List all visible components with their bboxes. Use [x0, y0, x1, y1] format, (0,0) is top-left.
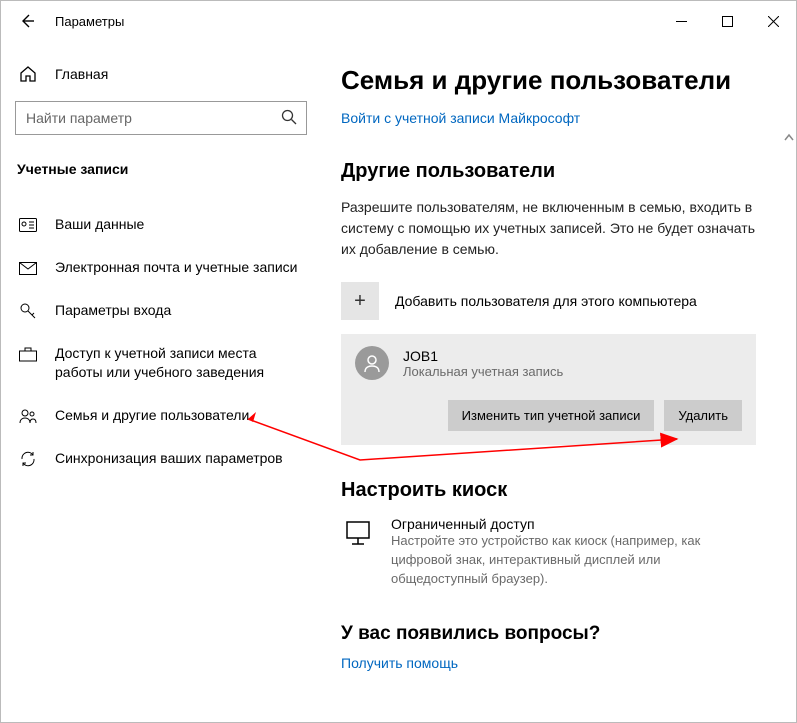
plus-icon: + — [341, 282, 379, 320]
sidebar-item-label: Синхронизация ваших параметров — [55, 449, 303, 468]
titlebar: Параметры — [1, 1, 796, 41]
sync-icon — [19, 450, 37, 468]
search-icon — [281, 109, 297, 128]
content-area: Семья и другие пользователи Войти с учет… — [321, 41, 796, 722]
window-title: Параметры — [55, 14, 124, 29]
user-subtitle: Локальная учетная запись — [403, 364, 563, 379]
sidebar-item-label: Электронная почта и учетные записи — [55, 258, 303, 277]
page-title: Семья и другие пользователи — [341, 65, 756, 96]
add-user-label: Добавить пользователя для этого компьюте… — [395, 293, 697, 309]
search-input[interactable] — [15, 101, 307, 135]
sidebar-item-label: Ваши данные — [55, 215, 303, 234]
other-users-description: Разрешите пользователям, не включенным в… — [341, 197, 756, 260]
kiosk-row[interactable]: Ограниченный доступ Настройте это устрой… — [341, 516, 756, 589]
back-button[interactable] — [19, 13, 35, 29]
add-user-row[interactable]: + Добавить пользователя для этого компью… — [341, 282, 756, 320]
search-box — [15, 101, 307, 135]
sidebar-item-email[interactable]: Электронная почта и учетные записи — [15, 246, 307, 289]
sidebar-home-label: Главная — [55, 66, 108, 82]
help-link[interactable]: Получить помощь — [341, 655, 756, 671]
user-name: JOB1 — [403, 348, 563, 364]
user-card[interactable]: JOB1 Локальная учетная запись Изменить т… — [341, 334, 756, 445]
sidebar-home[interactable]: Главная — [15, 57, 307, 101]
key-icon — [19, 302, 37, 320]
delete-button[interactable]: Удалить — [664, 400, 742, 431]
close-button[interactable] — [750, 1, 796, 41]
sidebar-item-signin-options[interactable]: Параметры входа — [15, 289, 307, 332]
sidebar-item-your-info[interactable]: Ваши данные — [15, 203, 307, 246]
sidebar-item-label: Параметры входа — [55, 301, 303, 320]
sidebar-item-work-access[interactable]: Доступ к учетной записи места работы или… — [15, 332, 307, 394]
close-icon — [768, 16, 779, 27]
section-questions: У вас появились вопросы? — [341, 623, 756, 645]
sidebar-item-label: Семья и другие пользователи — [55, 406, 303, 425]
monitor-icon — [341, 516, 375, 550]
briefcase-icon — [19, 345, 37, 363]
home-icon — [19, 65, 37, 83]
signin-link[interactable]: Войти с учетной записи Майкрософт — [341, 110, 756, 126]
maximize-button[interactable] — [704, 1, 750, 41]
people-icon — [19, 407, 37, 425]
arrow-left-icon — [19, 13, 35, 29]
sidebar-item-label: Доступ к учетной записи места работы или… — [55, 344, 303, 382]
scrollbar[interactable] — [784, 131, 794, 145]
mail-icon — [19, 259, 37, 277]
sidebar: Главная Учетные записи Ваши данные Элект… — [1, 41, 321, 722]
maximize-icon — [722, 16, 733, 27]
chevron-up-icon — [784, 131, 794, 145]
minimize-button[interactable] — [658, 1, 704, 41]
change-account-type-button[interactable]: Изменить тип учетной записи — [448, 400, 655, 431]
minimize-icon — [676, 16, 687, 27]
avatar-icon — [355, 346, 389, 380]
section-other-users: Другие пользователи — [341, 160, 756, 183]
id-card-icon — [19, 216, 37, 234]
section-kiosk: Настроить киоск — [341, 479, 756, 502]
sidebar-item-sync[interactable]: Синхронизация ваших параметров — [15, 437, 307, 480]
sidebar-category: Учетные записи — [15, 161, 307, 177]
kiosk-title: Ограниченный доступ — [391, 516, 756, 532]
kiosk-subtitle: Настройте это устройство как киоск (напр… — [391, 532, 756, 589]
sidebar-item-family[interactable]: Семья и другие пользователи — [15, 394, 307, 437]
